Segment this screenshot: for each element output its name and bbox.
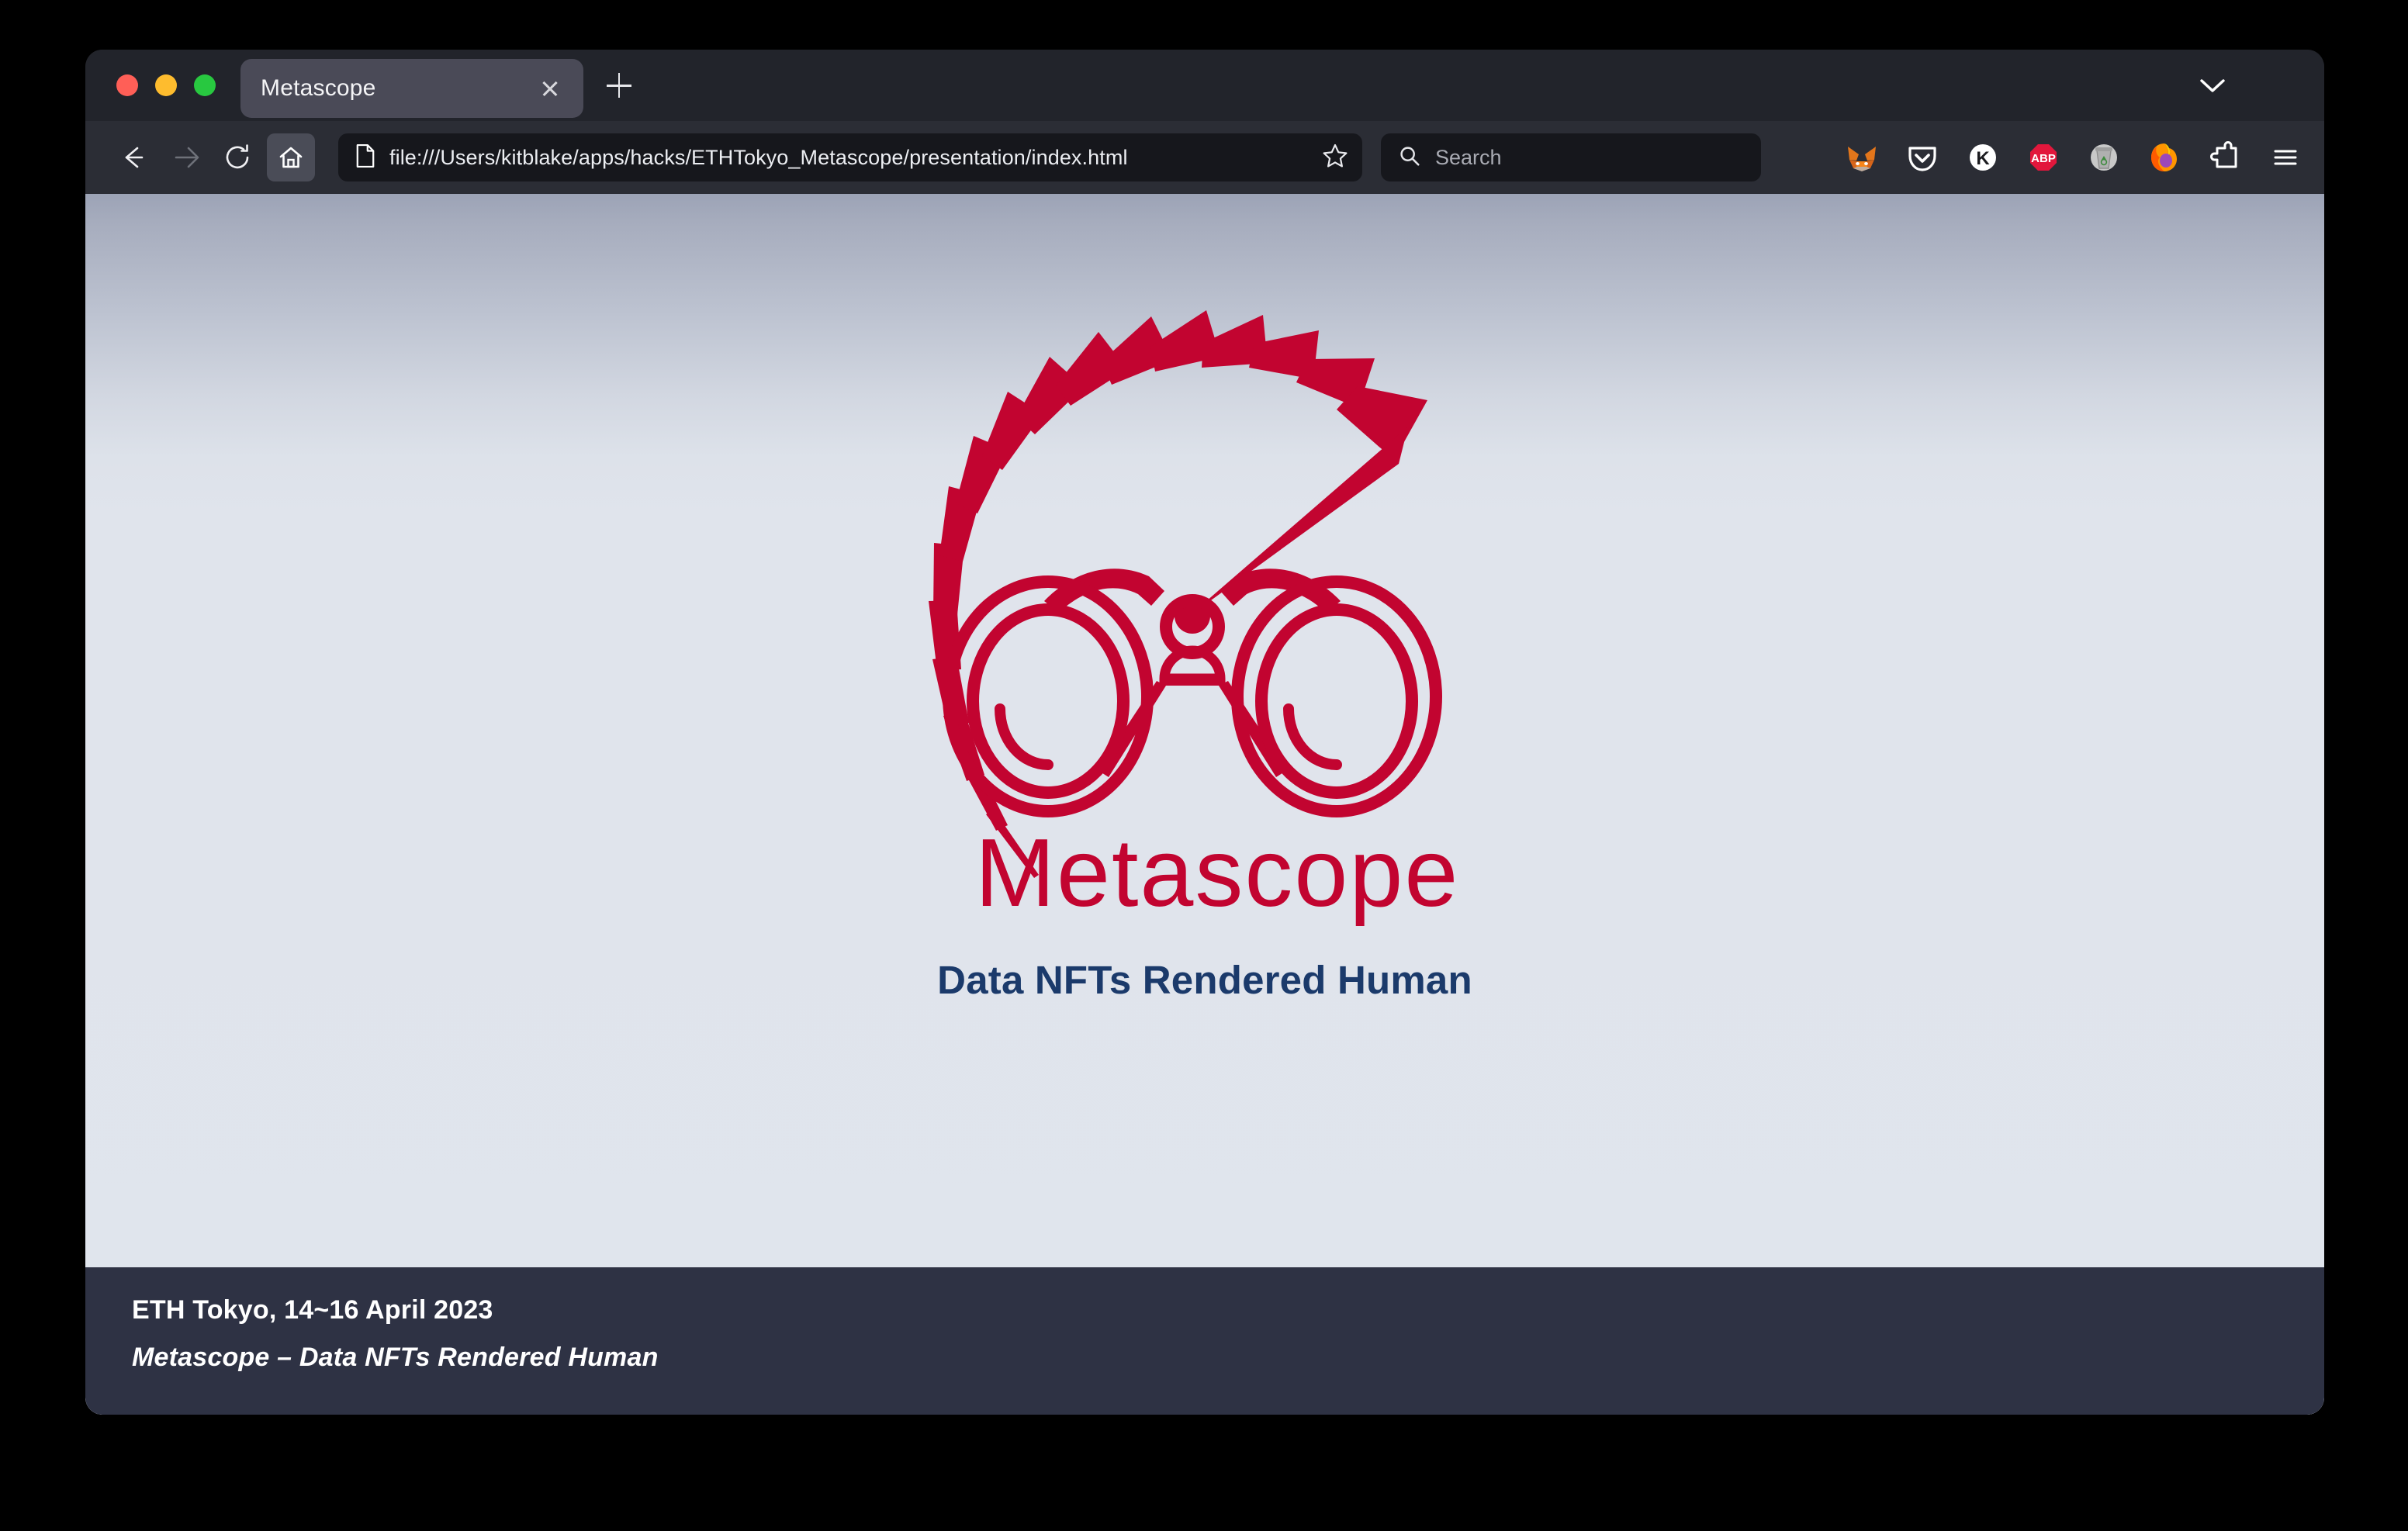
address-bar[interactable]: file:///Users/kitblake/apps/hacks/ETHTok… [338,133,1362,181]
logo-wordmark: Metascope [975,820,1460,927]
window-minimize-button[interactable] [155,74,177,96]
reload-button[interactable] [214,133,262,181]
browser-window: Metascope file:///Users/kitblake/apps/ha… [85,50,2324,1415]
slide-tagline: Data NFTs Rendered Human [937,958,1472,1002]
metascope-logo: Metascope [856,262,1554,945]
footer-title-line: Metascope – Data NFTs Rendered Human [132,1343,659,1372]
footer-event-line: ETH Tokyo, 14~16 April 2023 [132,1295,493,1325]
chevron-down-icon[interactable] [2192,73,2233,98]
window-controls [85,74,240,96]
slide-footer: ETH Tokyo, 14~16 April 2023 Metascope – … [85,1267,2324,1415]
page-viewport: Metascope Data NFTs Rendered Human ETH T… [85,194,2324,1415]
search-box[interactable]: Search [1381,133,1761,181]
keplr-icon[interactable]: K [1964,139,2001,176]
metamask-icon[interactable] [1843,139,1880,176]
window-close-button[interactable] [116,74,138,96]
search-placeholder-text: Search [1435,145,1502,169]
tab-strip: Metascope [85,50,2324,121]
slide-content: Metascope Data NFTs Rendered Human [85,194,2324,1267]
adblock-plus-icon[interactable]: ABP [2025,139,2062,176]
search-icon [1398,144,1421,171]
firefox-icon[interactable] [2146,139,2183,176]
close-icon[interactable] [534,72,566,105]
tab-list: Metascope [240,50,644,121]
puzzle-icon[interactable] [2206,139,2244,176]
menu-icon[interactable] [2267,139,2304,176]
browser-tab-metascope[interactable]: Metascope [240,59,583,118]
page-document-icon [355,143,375,172]
home-button[interactable] [267,133,315,181]
svg-text:ABP: ABP [2031,152,2056,165]
new-tab-icon[interactable] [594,60,644,110]
tab-title: Metascope [261,75,376,101]
bookmark-star-icon[interactable] [1322,143,1348,173]
extension-toolbar: K ABP [1812,139,2304,176]
window-maximize-button[interactable] [194,74,216,96]
svg-text:K: K [1976,148,1990,169]
address-bar-url: file:///Users/kitblake/apps/hacks/ETHTok… [389,145,1128,169]
back-button[interactable] [109,133,157,181]
pocket-icon[interactable] [1904,139,1941,176]
navigation-toolbar: file:///Users/kitblake/apps/hacks/ETHTok… [85,121,2324,194]
trash-icon[interactable] [2085,139,2123,176]
forward-button[interactable] [161,133,209,181]
